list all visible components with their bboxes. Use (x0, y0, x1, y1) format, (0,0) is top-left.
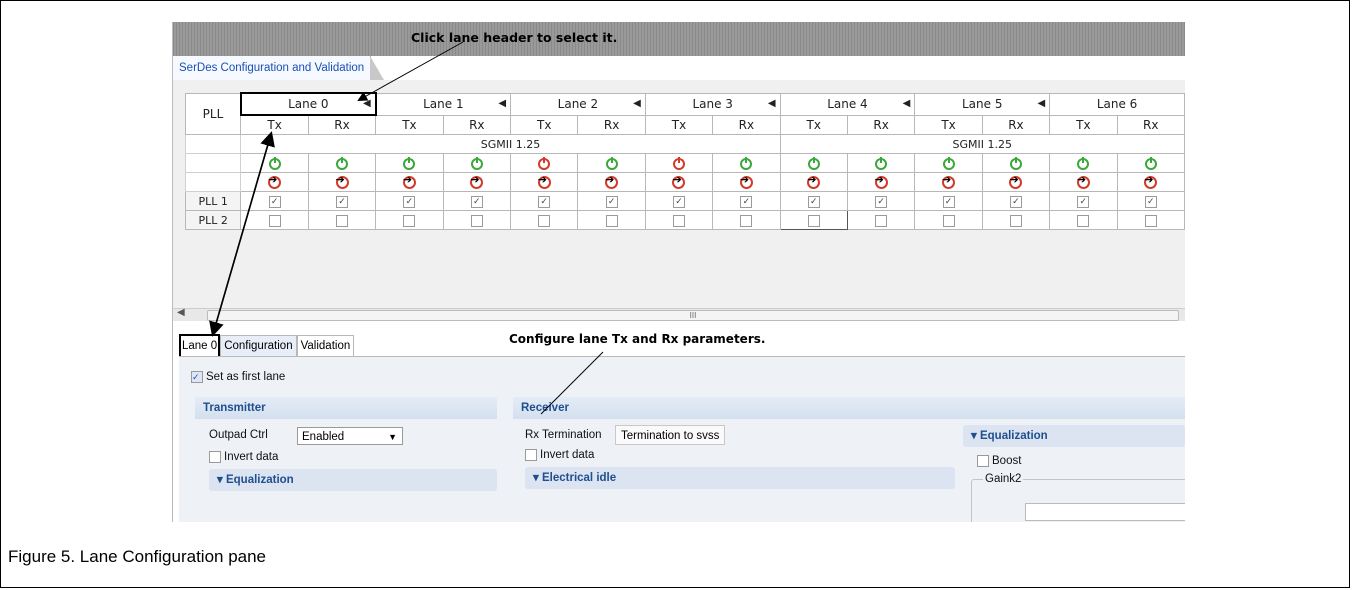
figure-caption: Figure 5. Lane Configuration pane (8, 547, 267, 566)
annotation-arrows (209, 41, 604, 415)
arrow-to-lane-0-header (212, 131, 275, 335)
arrow-to-receiver (540, 351, 604, 415)
arrow-to-lane-header (357, 41, 464, 101)
app-window: Click lane header to select it. SerDes C… (172, 22, 1185, 522)
